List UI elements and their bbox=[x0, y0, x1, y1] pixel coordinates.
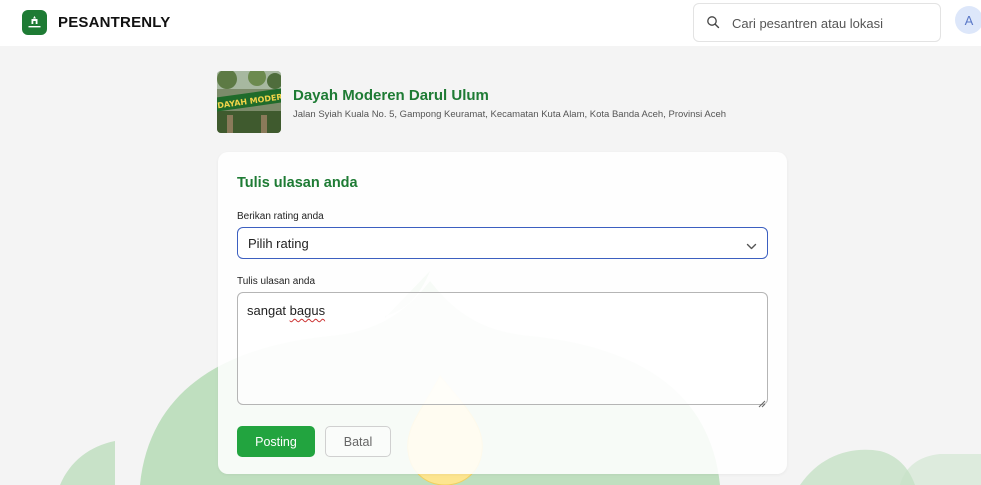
cancel-button[interactable]: Batal bbox=[325, 426, 391, 457]
top-navbar: PESANTRENLY A bbox=[0, 0, 981, 46]
mosque-icon bbox=[28, 16, 41, 28]
pesantren-name: Dayah Moderen Darul Ulum bbox=[293, 87, 489, 104]
brand-name[interactable]: PESANTRENLY bbox=[58, 14, 171, 31]
search-icon bbox=[706, 15, 720, 34]
review-text-misspelled-word: bagus bbox=[289, 303, 326, 318]
review-text-start: sangat bbox=[247, 303, 290, 318]
post-button[interactable]: Posting bbox=[237, 426, 315, 457]
pesantren-thumbnail[interactable]: DAYAH MODERN D bbox=[217, 71, 281, 133]
review-textarea[interactable]: sangat bagus bbox=[237, 292, 768, 405]
search-box[interactable] bbox=[693, 3, 941, 42]
user-avatar[interactable]: A bbox=[955, 6, 981, 34]
review-label: Tulis ulasan anda bbox=[237, 276, 316, 287]
rating-select-value: Pilih rating bbox=[248, 235, 309, 251]
chevron-down-icon bbox=[746, 239, 757, 254]
search-input[interactable] bbox=[732, 13, 932, 33]
review-form-title: Tulis ulasan anda bbox=[237, 175, 358, 191]
rating-select[interactable]: Pilih rating bbox=[237, 227, 768, 259]
resize-handle-icon[interactable] bbox=[758, 395, 766, 413]
rating-label: Berikan rating anda bbox=[237, 211, 324, 222]
pesantren-address: Jalan Syiah Kuala No. 5, Gampong Keurama… bbox=[293, 109, 727, 120]
app-logo[interactable] bbox=[22, 10, 47, 35]
review-form-card: Tulis ulasan anda Berikan rating anda Pi… bbox=[218, 152, 787, 474]
